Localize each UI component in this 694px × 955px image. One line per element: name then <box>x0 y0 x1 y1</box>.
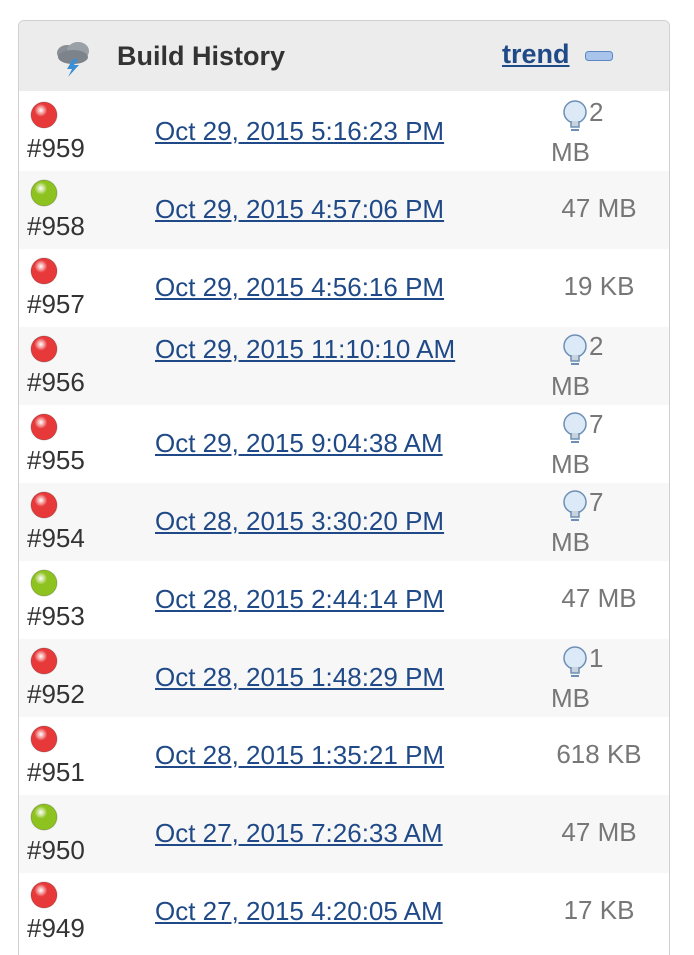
build-size-value: 1 <box>589 643 604 673</box>
build-size: 2 MB <box>551 97 651 169</box>
build-size-unit: MB <box>551 371 590 401</box>
build-size: 47 MB <box>561 583 637 613</box>
failed-status-icon <box>30 101 58 129</box>
build-size: 7 MB <box>551 487 651 559</box>
build-date-link[interactable]: Oct 29, 2015 4:56:16 PM <box>155 271 485 303</box>
build-size-value: 7 <box>589 487 604 517</box>
build-list: #959 Oct 29, 2015 5:16:23 PM 2 MB #958 Oct 29… <box>19 93 669 951</box>
build-date-link[interactable]: Oct 29, 2015 9:04:38 AM <box>155 427 485 459</box>
build-number: #951 <box>27 757 85 787</box>
failed-status-icon <box>30 413 58 441</box>
minus-collapse-icon[interactable] <box>585 51 613 61</box>
build-number: #950 <box>27 835 85 865</box>
build-date-link[interactable]: Oct 28, 2015 2:44:14 PM <box>155 583 485 615</box>
lightbulb-icon[interactable] <box>561 411 589 447</box>
success-status-icon <box>30 569 58 597</box>
build-number: #954 <box>27 523 85 553</box>
lightbulb-icon[interactable] <box>561 489 589 525</box>
build-number: #949 <box>27 913 85 943</box>
build-date-link[interactable]: Oct 29, 2015 5:16:23 PM <box>155 115 485 147</box>
build-row: #953 Oct 28, 2015 2:44:14 PM 47 MB <box>19 561 669 639</box>
build-size-unit: MB <box>551 527 590 557</box>
success-status-icon <box>30 179 58 207</box>
build-row: #954 Oct 28, 2015 3:30:20 PM 7 MB <box>19 483 669 561</box>
failed-status-icon <box>30 725 58 753</box>
trend-link[interactable]: trend <box>502 39 570 70</box>
failed-status-icon <box>30 257 58 285</box>
build-row: #951 Oct 28, 2015 1:35:21 PM 618 KB <box>19 717 669 795</box>
build-row: #957 Oct 29, 2015 4:56:16 PM 19 KB <box>19 249 669 327</box>
success-status-icon <box>30 803 58 831</box>
build-size-unit: MB <box>551 683 590 713</box>
build-number: #956 <box>27 367 85 397</box>
build-date-link[interactable]: Oct 27, 2015 4:20:05 AM <box>155 895 485 927</box>
build-history-header: Build History trend <box>19 21 669 91</box>
build-size-unit: MB <box>551 137 590 167</box>
build-number: #953 <box>27 601 85 631</box>
build-date-link[interactable]: Oct 29, 2015 11:10:10 AM <box>155 333 485 365</box>
build-history-panel: Build History trend #959 Oct 29, 2015 5:1… <box>18 20 670 955</box>
build-row: #949 Oct 27, 2015 4:20:05 AM 17 KB <box>19 873 669 951</box>
build-number: #957 <box>27 289 85 319</box>
build-size-unit: MB <box>551 449 590 479</box>
build-size: 47 MB <box>561 193 637 223</box>
lightbulb-icon[interactable] <box>561 99 589 135</box>
build-number: #955 <box>27 445 85 475</box>
lightbulb-icon[interactable] <box>561 333 589 369</box>
build-size: 47 MB <box>561 817 637 847</box>
build-row: #958 Oct 29, 2015 4:57:06 PM 47 MB <box>19 171 669 249</box>
build-row: #959 Oct 29, 2015 5:16:23 PM 2 MB <box>19 93 669 171</box>
build-date-link[interactable]: Oct 29, 2015 4:57:06 PM <box>155 193 485 225</box>
build-size-value: 7 <box>589 409 604 439</box>
build-date-link[interactable]: Oct 28, 2015 3:30:20 PM <box>155 505 485 537</box>
build-row: #950 Oct 27, 2015 7:26:33 AM 47 MB <box>19 795 669 873</box>
build-date-link[interactable]: Oct 28, 2015 1:48:29 PM <box>155 661 485 693</box>
build-size: 7 MB <box>551 409 651 481</box>
build-size: 618 KB <box>556 739 642 769</box>
build-row: #956 Oct 29, 2015 11:10:10 AM 2 MB <box>19 327 669 405</box>
build-size: 17 KB <box>563 895 635 925</box>
build-date-link[interactable]: Oct 28, 2015 1:35:21 PM <box>155 739 485 771</box>
failed-status-icon <box>30 647 58 675</box>
panel-title: Build History <box>117 41 286 71</box>
build-number: #958 <box>27 211 85 241</box>
build-row: #952 Oct 28, 2015 1:48:29 PM 1 MB <box>19 639 669 717</box>
storm-cloud-icon <box>57 42 89 77</box>
build-number: #952 <box>27 679 85 709</box>
build-size: 2 MB <box>551 331 651 403</box>
build-size: 19 KB <box>563 271 635 301</box>
failed-status-icon <box>30 491 58 519</box>
build-number: #959 <box>27 133 85 163</box>
build-row: #955 Oct 29, 2015 9:04:38 AM 7 MB <box>19 405 669 483</box>
build-size-value: 2 <box>589 331 604 361</box>
lightbulb-icon[interactable] <box>561 645 589 681</box>
build-date-link[interactable]: Oct 27, 2015 7:26:33 AM <box>155 817 485 849</box>
build-size-value: 2 <box>589 97 604 127</box>
failed-status-icon <box>30 335 58 363</box>
build-size: 1 MB <box>551 643 651 715</box>
failed-status-icon <box>30 881 58 909</box>
